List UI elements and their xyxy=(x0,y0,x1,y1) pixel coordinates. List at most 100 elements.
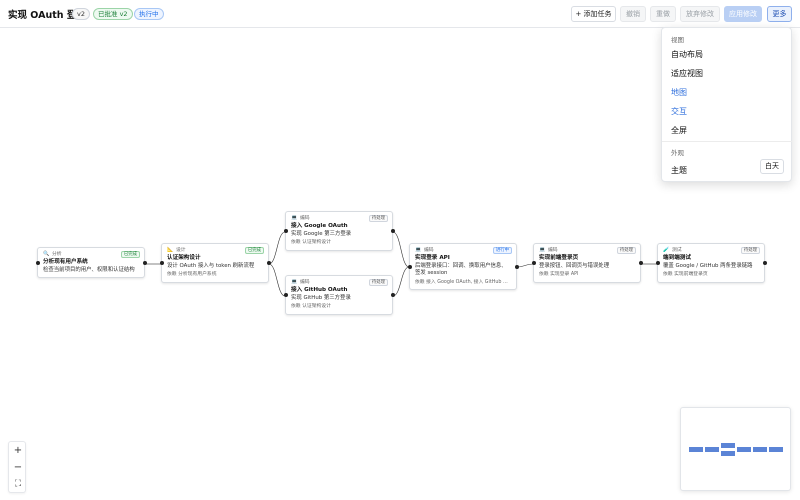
task-description: 检查当前项目的用户、权限和认证结构 xyxy=(43,266,135,273)
version-badge: v2 xyxy=(72,8,90,20)
task-node-design[interactable]: 📐 设计 已完成 认证架构设计 设计 OAuth 接入与 token 刷新流程 依… xyxy=(159,243,271,283)
task-title: 认证架构设计 xyxy=(167,255,201,261)
output-handle[interactable] xyxy=(762,260,767,265)
input-handle[interactable] xyxy=(283,228,288,233)
fit-view-button[interactable]: ⛶ xyxy=(9,476,27,493)
edge-google-to-api xyxy=(392,231,410,268)
task-node-frontend-login[interactable]: 💻 编码 待处理 实现前端登录页 登录按钮、回调页与错误处理 依赖 实现登录 AP… xyxy=(531,243,643,283)
task-node-e2e-test[interactable]: 🧪 测试 待处理 端到端测试 覆盖 Google / GitHub 两条登录链路 … xyxy=(655,243,767,283)
task-dependency: 依赖 认证架构设计 xyxy=(291,240,331,245)
task-status-badge: 待处理 xyxy=(368,279,388,286)
status-badge: 执行中 xyxy=(134,8,164,20)
output-handle[interactable] xyxy=(514,264,519,269)
task-status-badge: 待处理 xyxy=(740,247,760,254)
menu-divider xyxy=(662,141,792,142)
menu-item-map[interactable]: 地图 xyxy=(671,87,687,98)
more-button[interactable]: 更多 xyxy=(767,6,792,22)
zoom-in-button[interactable]: + xyxy=(9,442,27,459)
task-dependency: 依赖 分析现有用户系统 xyxy=(167,272,217,277)
search-icon: 🔍 xyxy=(43,251,50,257)
minimap-node xyxy=(721,443,735,448)
output-handle[interactable] xyxy=(638,260,643,265)
minimap-node xyxy=(753,447,767,452)
test-tube-icon: 🧪 xyxy=(663,247,670,253)
task-description: 实现 Google 第三方登录 xyxy=(291,230,352,237)
minimap-node xyxy=(705,447,719,452)
task-dependency: 依赖 认证架构设计 xyxy=(291,304,331,309)
task-title: 实现前端登录页 xyxy=(539,255,579,261)
undo-button[interactable]: 撤销 xyxy=(620,6,646,22)
task-node-google-oauth[interactable]: 💻 编码 待处理 接入 Google OAuth 实现 Google 第三方登录 … xyxy=(283,211,395,251)
task-dependency: 依赖 接入 Google OAuth, 接入 GitHub OAuth xyxy=(415,279,511,285)
minimap-node xyxy=(689,447,703,452)
minimap-node xyxy=(721,451,735,456)
minimap-node xyxy=(769,447,783,452)
minimap-node xyxy=(737,447,751,452)
task-dependency: 依赖 实现前端登录页 xyxy=(663,272,708,277)
menu-item-fullscreen[interactable]: 全屏 xyxy=(671,125,687,136)
input-handle[interactable] xyxy=(283,292,288,297)
menu-section-appearance: 外观 xyxy=(671,149,684,157)
task-kind: 编码 xyxy=(300,279,310,285)
discard-changes-button[interactable]: 放弃修改 xyxy=(680,6,720,22)
input-handle[interactable] xyxy=(655,260,660,265)
task-node-analysis[interactable]: 🔍 分析 已完成 分析现有用户系统 检查当前项目的用户、权限和认证结构 xyxy=(35,247,147,278)
add-task-button[interactable]: + 添加任务 xyxy=(571,6,616,22)
task-status-badge: 待处理 xyxy=(368,215,388,222)
task-status-badge: 进行中 xyxy=(492,247,512,254)
task-node-login-api[interactable]: 💻 编码 进行中 实现登录 API 后端登录接口：回调、换取用户信息、签发 ses… xyxy=(407,243,519,290)
edge-design-to-github xyxy=(268,263,286,297)
task-title: 接入 GitHub OAuth xyxy=(291,287,348,293)
computer-icon: 💻 xyxy=(291,279,298,285)
theme-toggle-button[interactable]: 白天 xyxy=(760,159,784,174)
zoom-controls: + − ⛶ xyxy=(8,441,26,493)
task-kind: 编码 xyxy=(548,247,558,253)
task-description: 覆盖 Google / GitHub 两条登录链路 xyxy=(663,262,753,269)
computer-icon: 💻 xyxy=(415,247,422,253)
edge-github-to-api xyxy=(392,266,410,297)
task-status-badge: 已完成 xyxy=(120,251,140,258)
redo-button[interactable]: 重做 xyxy=(650,6,676,22)
task-node-github-oauth[interactable]: 💻 编码 待处理 接入 GitHub OAuth 实现 GitHub 第三方登录 … xyxy=(283,275,395,315)
task-kind: 测试 xyxy=(672,247,682,253)
menu-item-interact[interactable]: 交互 xyxy=(671,106,687,117)
computer-icon: 💻 xyxy=(291,215,298,221)
menu-section-view: 视图 xyxy=(671,36,684,44)
top-bar: 实现 OAuth 登录 v2 已批准 v2 执行中 + 添加任务 撤销 重做 放… xyxy=(0,0,800,28)
task-kind: 编码 xyxy=(424,247,434,253)
input-handle[interactable] xyxy=(531,260,536,265)
task-status-badge: 已完成 xyxy=(244,247,264,254)
menu-item-theme-label: 主题 xyxy=(671,166,687,175)
input-handle[interactable] xyxy=(159,260,164,265)
task-kind: 分析 xyxy=(52,251,62,257)
task-title: 端到端测试 xyxy=(663,255,691,261)
task-description: 后端登录接口：回调、换取用户信息、签发 session xyxy=(415,262,507,277)
task-title: 接入 Google OAuth xyxy=(291,223,348,229)
input-handle[interactable] xyxy=(407,264,412,269)
task-kind: 编码 xyxy=(300,215,310,221)
edge-design-to-google xyxy=(268,231,286,265)
approved-badge: 已批准 v2 xyxy=(93,8,133,20)
menu-item-auto-layout[interactable]: 自动布局 xyxy=(671,49,703,60)
apply-changes-button[interactable]: 应用修改 xyxy=(724,6,762,22)
output-handle[interactable] xyxy=(142,260,147,265)
computer-icon: 💻 xyxy=(539,247,546,253)
more-menu: 视图 自动布局 适应视图 地图 交互 全屏 外观 主题 白天 xyxy=(661,27,792,182)
task-title: 分析现有用户系统 xyxy=(43,259,88,265)
task-description: 登录按钮、回调页与错误处理 xyxy=(539,262,610,269)
task-kind: 设计 xyxy=(176,247,186,253)
task-description: 实现 GitHub 第三方登录 xyxy=(291,294,351,301)
task-description: 设计 OAuth 接入与 token 刷新流程 xyxy=(167,262,255,269)
zoom-out-button[interactable]: − xyxy=(9,459,27,476)
menu-item-fit-view[interactable]: 适应视图 xyxy=(671,68,703,79)
output-handle[interactable] xyxy=(390,292,395,297)
task-status-badge: 待处理 xyxy=(616,247,636,254)
ruler-icon: 📐 xyxy=(167,247,174,253)
minimap[interactable] xyxy=(680,407,791,491)
task-dependency: 依赖 实现登录 API xyxy=(539,272,579,277)
output-handle[interactable] xyxy=(390,228,395,233)
input-handle[interactable] xyxy=(35,260,40,265)
output-handle[interactable] xyxy=(266,260,271,265)
task-title: 实现登录 API xyxy=(415,255,450,261)
edge-api-to-frontend xyxy=(516,263,534,268)
